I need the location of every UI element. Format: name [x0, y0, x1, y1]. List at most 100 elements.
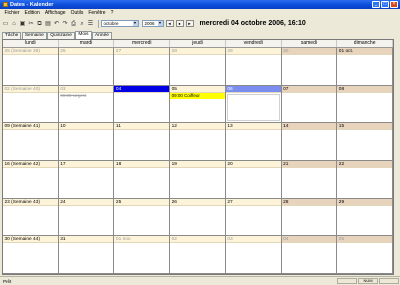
calendar-event[interactable]: 00:00 Urgent	[59, 93, 114, 99]
menu-item[interactable]: Outils	[68, 10, 86, 16]
day-cell[interactable]: 19	[170, 161, 226, 198]
weekday-header: jeudi	[170, 40, 226, 47]
day-label: 04	[281, 236, 337, 244]
day-cell[interactable]: 28	[281, 198, 338, 236]
day-cell[interactable]: 12	[170, 123, 226, 160]
toolbar-separator	[97, 19, 99, 28]
day-cell[interactable]: 30	[281, 48, 338, 85]
day-cell[interactable]: 09 (Semaine 41)	[3, 123, 59, 160]
day-cell[interactable]: 27	[225, 198, 282, 236]
day-cell[interactable]: 27	[114, 48, 171, 85]
window-title: Dates - Kalender	[10, 1, 54, 8]
tab-semaine[interactable]: Semaine	[21, 32, 47, 39]
day-cell[interactable]: 18	[114, 161, 171, 198]
day-label: 08	[337, 85, 392, 93]
tab-quinzaine[interactable]: Quinzaine	[47, 32, 75, 39]
day-cell[interactable]: 28	[170, 48, 226, 85]
day-cell[interactable]: 04	[281, 236, 338, 273]
day-label: 28	[281, 198, 337, 206]
day-cell[interactable]: 05 09:00 Coiffeur	[170, 85, 226, 123]
menu-item[interactable]: Edition	[22, 10, 42, 16]
undo-icon[interactable]: ↶	[53, 20, 60, 27]
day-cell[interactable]: 20	[225, 161, 282, 198]
day-cell[interactable]: 24	[58, 198, 115, 236]
day-cell[interactable]: 07	[281, 85, 338, 123]
day-cell[interactable]: 29	[225, 48, 282, 85]
calendar-event[interactable]: 09:00 Coiffeur	[170, 92, 225, 99]
save-icon[interactable]: ▣	[19, 20, 26, 27]
day-label: 01 nov.	[114, 236, 170, 244]
list-icon[interactable]: ☰	[87, 20, 94, 27]
day-label: 04	[114, 85, 170, 93]
day-cell[interactable]: 01 oct.	[337, 48, 393, 85]
day-cell[interactable]: 11	[114, 123, 171, 160]
menu-item[interactable]: Fenêtre	[86, 10, 108, 16]
day-cell[interactable]: 10	[58, 123, 115, 160]
chevron-down-icon: ▼	[157, 21, 163, 26]
day-cell[interactable]: 31	[58, 236, 115, 273]
day-cell[interactable]: 25 (Semaine 39)	[3, 48, 59, 85]
copy-icon[interactable]: ⧉	[36, 20, 43, 27]
view-tabs: Tâche Semaine Quinzaine Mois Année	[2, 31, 112, 39]
tab-tche[interactable]: Tâche	[2, 32, 22, 39]
menu-item[interactable]: Fichier	[2, 10, 22, 16]
year-select[interactable]: 2006 ▼	[141, 20, 164, 27]
calendar-week-row: 02 (Semaine 40) 03 00:00 Urgent 04 05 09:00 C…	[3, 85, 393, 124]
day-cell[interactable]: 29	[337, 198, 393, 236]
day-label: 24	[58, 198, 114, 206]
day-cell[interactable]: 08	[337, 85, 393, 123]
next-month-button[interactable]: ►	[185, 20, 194, 27]
day-cell[interactable]: 05	[337, 236, 393, 273]
day-label: 16 (Semaine 42)	[3, 161, 58, 168]
window-controls: _ □ ×	[372, 1, 398, 8]
day-label: 27	[225, 198, 281, 206]
day-cell[interactable]: 25	[114, 198, 171, 236]
close-icon[interactable]: ×	[390, 1, 398, 8]
month-select[interactable]: octobre ▼	[100, 20, 139, 27]
day-cell[interactable]: 15	[337, 123, 393, 160]
day-cell[interactable]: 02	[170, 236, 226, 273]
day-cell[interactable]: 03	[225, 236, 282, 273]
paste-icon[interactable]: ▤	[45, 20, 52, 27]
maximize-icon[interactable]: □	[381, 1, 389, 8]
day-cell[interactable]: 26	[58, 48, 115, 85]
day-label: 26	[58, 48, 114, 55]
day-cell-today[interactable]: 04	[114, 85, 171, 123]
day-cell[interactable]: 30 (Semaine 44)	[3, 236, 59, 273]
day-cell[interactable]: 22	[337, 161, 393, 198]
day-cell[interactable]: 26	[170, 198, 226, 236]
today-button[interactable]: ●	[175, 20, 184, 27]
chevron-down-icon: ▼	[132, 21, 138, 26]
day-cell[interactable]: 14	[281, 123, 338, 160]
print-icon[interactable]: ⎙	[70, 20, 77, 27]
day-cell[interactable]: 03 00:00 Urgent	[58, 85, 115, 123]
tab-mois[interactable]: Mois	[75, 31, 92, 39]
day-cell[interactable]: 16 (Semaine 42)	[3, 161, 59, 198]
day-label: 20	[225, 161, 281, 168]
open-icon[interactable]: ⌂	[11, 20, 18, 27]
day-cell[interactable]: 13	[225, 123, 282, 160]
day-cell[interactable]: 21	[281, 161, 338, 198]
previous-month-button[interactable]: ◄	[165, 20, 174, 27]
day-cell-selected[interactable]: 06	[225, 85, 282, 123]
cut-icon[interactable]: ✂	[28, 20, 35, 27]
day-label: 14	[281, 123, 337, 131]
tab-anne[interactable]: Année	[92, 32, 112, 39]
day-label: 12	[170, 123, 225, 131]
day-cell[interactable]: 01 nov.	[114, 236, 171, 273]
search-icon[interactable]: ⌕	[79, 20, 86, 27]
day-label: 03	[58, 85, 114, 93]
day-label: 15	[337, 123, 392, 131]
minimize-icon[interactable]: _	[372, 1, 380, 8]
redo-icon[interactable]: ↷	[62, 20, 69, 27]
menu-item[interactable]: Affichage	[42, 10, 68, 16]
day-label: 03	[225, 236, 281, 244]
day-cell[interactable]: 02 (Semaine 40)	[3, 85, 59, 123]
menu-item[interactable]: ?	[108, 10, 116, 16]
new-doc-icon[interactable]: ▭	[2, 20, 9, 27]
day-cell[interactable]: 17	[58, 161, 115, 198]
weekday-header: dimanche	[337, 40, 393, 47]
day-label: 09 (Semaine 41)	[3, 123, 58, 131]
day-cell[interactable]: 23 (Semaine 43)	[3, 198, 59, 236]
day-label: 25	[114, 198, 170, 206]
